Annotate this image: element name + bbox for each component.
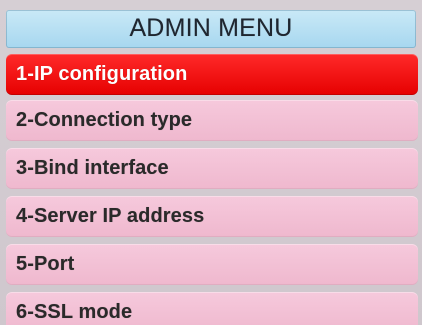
- menu-header: ADMIN MENU: [6, 10, 416, 48]
- menu-item-ip-configuration[interactable]: 1-IP configuration: [6, 54, 418, 95]
- menu-item-bind-interface[interactable]: 3-Bind interface: [6, 148, 418, 189]
- menu-item-ssl-mode[interactable]: 6-SSL mode: [6, 292, 418, 325]
- menu-item-port[interactable]: 5-Port: [6, 244, 418, 285]
- menu-item-label: 5-Port: [16, 253, 75, 275]
- admin-menu-screen: ADMIN MENU 1-IP configuration 2-Connecti…: [0, 0, 422, 325]
- menu-item-label: 6-SSL mode: [16, 301, 133, 323]
- menu-title: ADMIN MENU: [129, 13, 293, 42]
- menu-item-label: 3-Bind interface: [16, 157, 169, 179]
- menu-item-connection-type[interactable]: 2-Connection type: [6, 100, 418, 141]
- menu-item-server-ip-address[interactable]: 4-Server IP address: [6, 196, 418, 237]
- menu-item-label: 4-Server IP address: [16, 205, 205, 227]
- menu-item-label: 2-Connection type: [16, 109, 193, 131]
- menu-item-label: 1-IP configuration: [16, 63, 188, 85]
